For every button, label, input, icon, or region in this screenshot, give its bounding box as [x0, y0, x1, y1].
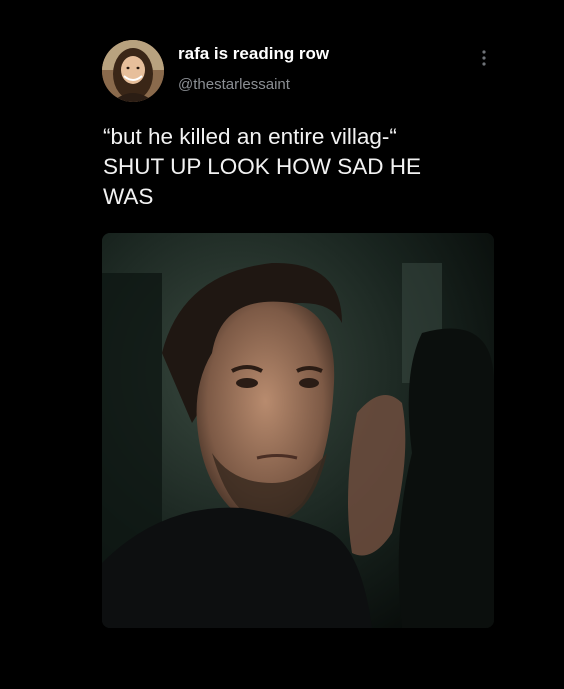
tweet-text-line: “but he killed an entire villag-“: [103, 124, 397, 149]
display-name[interactable]: rafa is reading row: [178, 44, 329, 64]
more-vertical-icon[interactable]: [474, 46, 494, 70]
avatar[interactable]: [102, 40, 164, 102]
avatar-photo-icon: [102, 40, 164, 102]
tweet-text: “but he killed an entire villag-“ SHUT U…: [103, 122, 503, 212]
tweet[interactable]: rafa is reading row @thestarlessaint “bu…: [0, 0, 564, 689]
photo-still-icon: [102, 233, 494, 628]
tweet-photo[interactable]: [102, 233, 494, 628]
tweet-text-line: SHUT UP LOOK HOW SAD HE: [103, 154, 421, 179]
user-handle[interactable]: @thestarlessaint: [178, 76, 290, 93]
tweet-text-line: WAS: [103, 184, 154, 209]
